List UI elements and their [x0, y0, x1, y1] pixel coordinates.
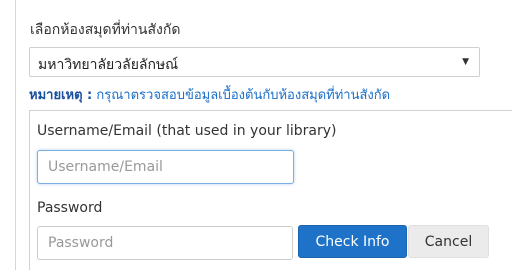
username-input[interactable]: Username/Email: [37, 150, 294, 184]
note: หมายเหตุ : กรุณาตรวจสอบข้อมูลเบื้องต้นกั…: [29, 84, 390, 105]
caret-down-icon: ▼: [462, 57, 469, 67]
password-input[interactable]: Password: [37, 226, 293, 260]
username-label: Username/Email (that used in your librar…: [37, 123, 337, 139]
username-placeholder: Username/Email: [48, 159, 163, 175]
password-label: Password: [37, 200, 103, 216]
password-placeholder: Password: [48, 235, 114, 251]
library-select[interactable]: มหาวิทยาลัยวลัยลักษณ์ ▼: [29, 47, 480, 77]
note-text: กรุณาตรวจสอบข้อมูลเบื้องต้นกับห้องสมุดที…: [96, 88, 391, 103]
library-label: เลือกห้องสมุดที่ท่านสังกัด: [30, 22, 181, 38]
library-select-value: มหาวิทยาลัยวลัยลักษณ์: [38, 57, 179, 73]
check-info-button[interactable]: Check Info: [298, 225, 407, 258]
note-title: หมายเหตุ :: [29, 88, 93, 103]
cancel-button[interactable]: Cancel: [408, 225, 489, 258]
